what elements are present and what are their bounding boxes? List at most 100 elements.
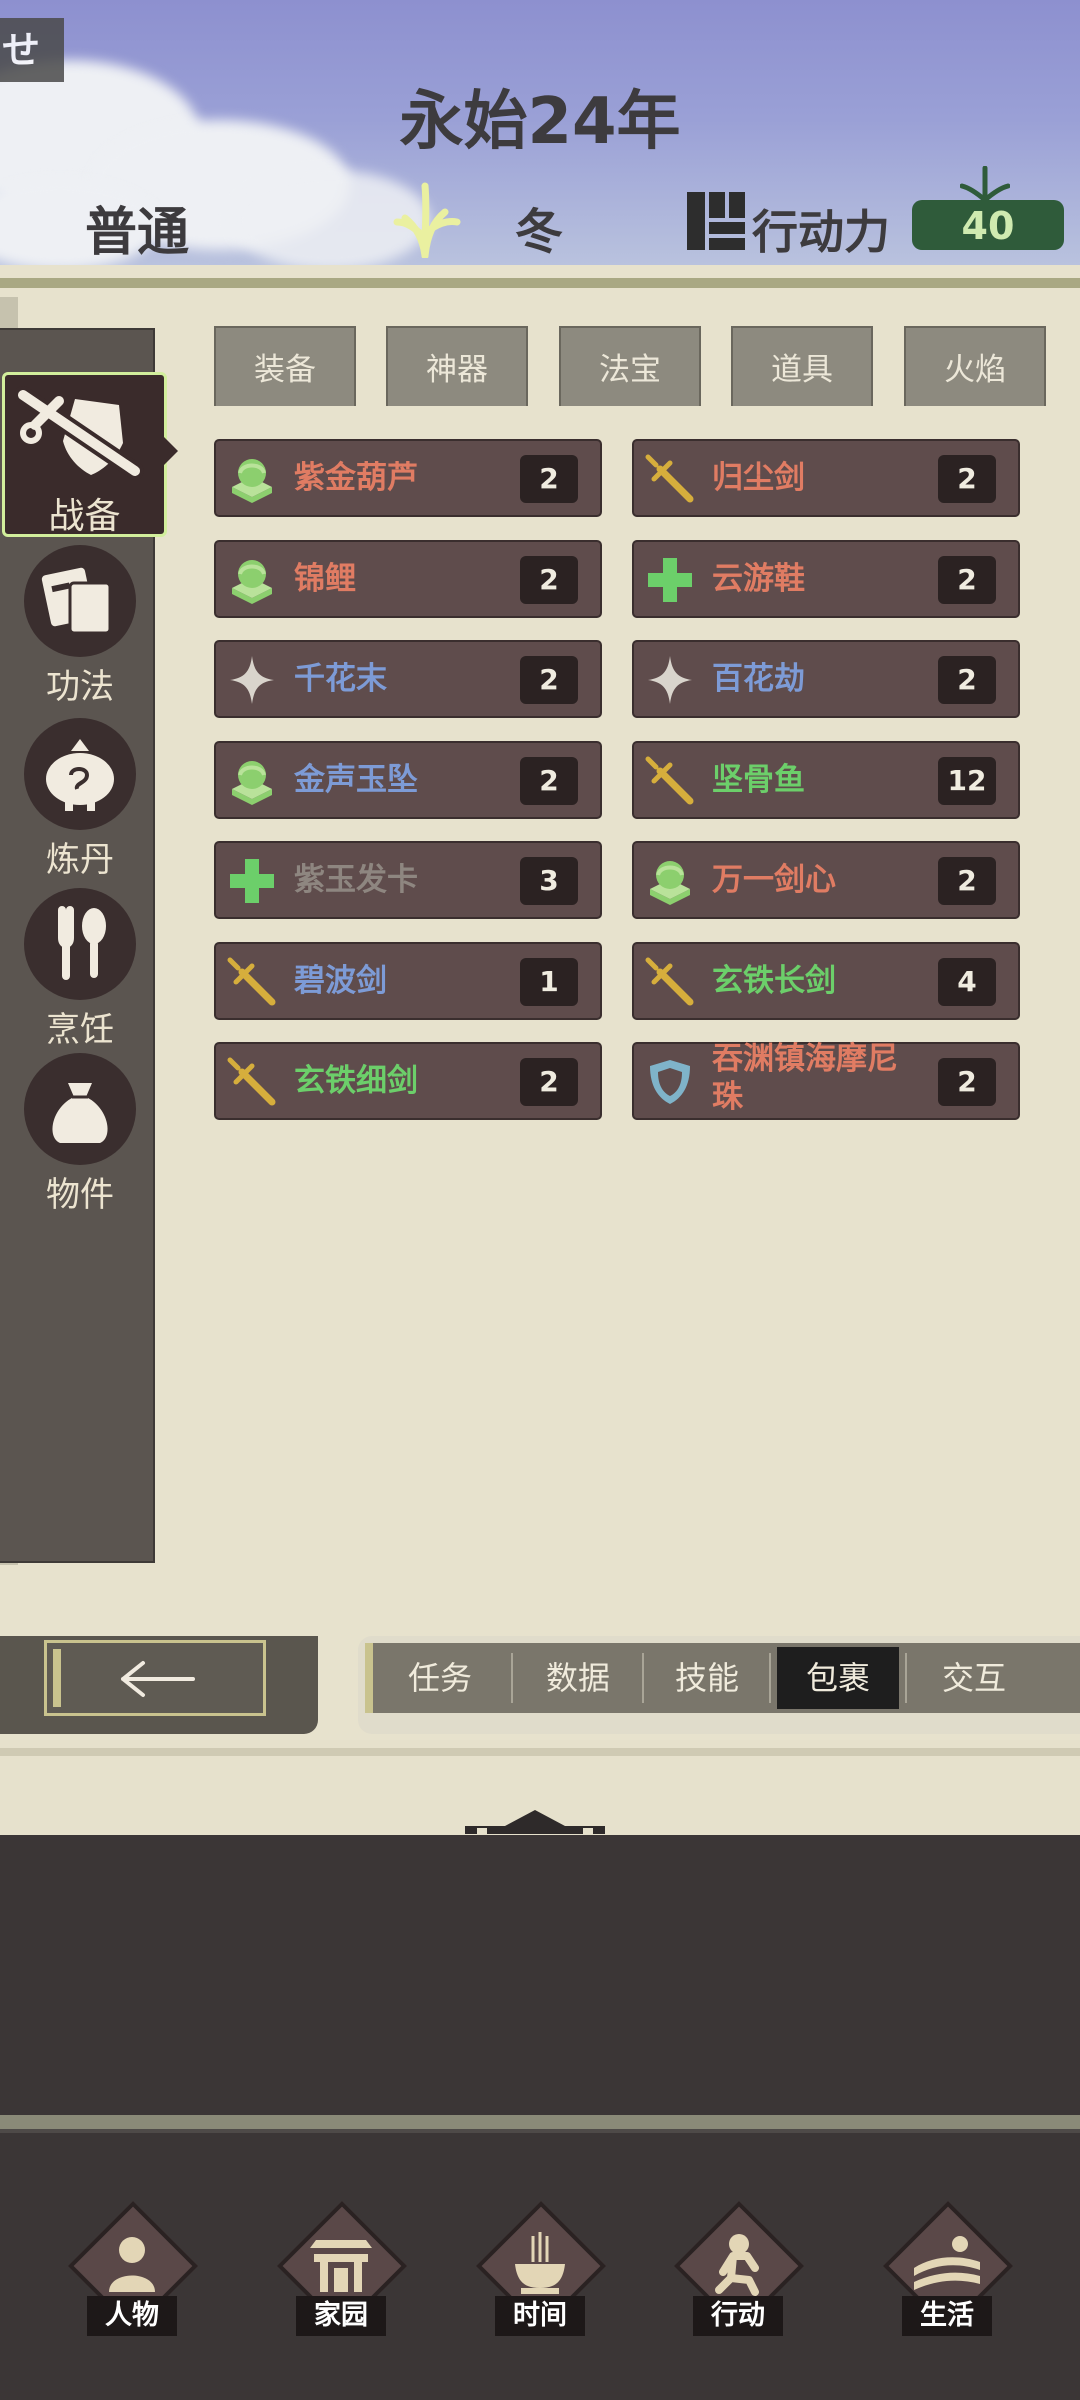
alchemy-pot-icon	[24, 718, 136, 830]
item-count-badge: 2	[520, 756, 578, 805]
item-name: 碧波剑	[294, 962, 387, 999]
divider	[642, 1653, 644, 1703]
running-person-icon	[715, 2234, 759, 2296]
item-name: 紫金葫芦	[294, 460, 418, 496]
item-count-badge: 2	[938, 455, 996, 503]
inventory-item[interactable]: 百花劫 2	[632, 640, 1020, 718]
tab-artifact[interactable]: 神器	[386, 326, 528, 406]
nav-label: 家园	[296, 2296, 386, 2336]
tab-flame[interactable]: 火焰	[904, 326, 1046, 406]
nav-life[interactable]: 生活	[872, 2200, 1022, 2340]
nav-label: 生活	[902, 2296, 992, 2336]
inventory-item[interactable]: 云游鞋 2	[632, 539, 1020, 618]
inventory-item[interactable]: 千花末 2	[214, 640, 602, 718]
tab-magic-treasure[interactable]: 法宝	[559, 326, 701, 406]
nav-action[interactable]: 行动	[663, 2200, 813, 2340]
inventory-item[interactable]: 锦鲤 2	[214, 539, 602, 618]
nav-character[interactable]: 人物	[57, 2200, 207, 2340]
tab-tasks[interactable]: 任务	[379, 1647, 501, 1709]
item-count-badge: 12	[938, 756, 996, 805]
item-name: 锦鲤	[294, 560, 356, 597]
divider	[905, 1653, 907, 1703]
person-icon	[109, 2237, 155, 2292]
item-count-badge: 2	[520, 656, 578, 704]
tab-equipment[interactable]: 装备	[214, 326, 356, 406]
item-count-badge: 2	[520, 555, 578, 604]
inventory-item[interactable]: 吞渊镇海摩尼珠 2	[632, 1041, 1020, 1120]
tab-inventory[interactable]: 包裹	[777, 1647, 899, 1709]
inventory-item[interactable]: 紫玉发卡 3	[214, 841, 602, 919]
inventory-item[interactable]: 玄铁细剑 2	[214, 1042, 602, 1120]
item-name: 玄铁长剑	[712, 962, 836, 999]
cross-icon	[224, 853, 280, 909]
back-button[interactable]	[44, 1640, 266, 1716]
item-name: 百花劫	[712, 661, 805, 697]
incense-burner-icon	[515, 2232, 565, 2294]
item-name: 玄铁细剑	[294, 1063, 418, 1099]
difficulty-label: 普通	[85, 203, 190, 263]
tab-props[interactable]: 道具	[731, 326, 873, 406]
nav-home[interactable]: 家园	[266, 2200, 416, 2340]
divider	[0, 2115, 1080, 2129]
divider	[0, 1748, 1080, 1756]
sword-icon	[642, 954, 698, 1010]
bag-icon	[24, 1053, 136, 1165]
sidebar-item-alchemy[interactable]: 炼丹	[10, 718, 150, 881]
inventory-item[interactable]: 坚骨鱼 12	[632, 740, 1020, 819]
gate-icon	[310, 2240, 372, 2292]
cross-icon	[642, 552, 698, 608]
inventory-item[interactable]: 玄铁长剑 4	[632, 941, 1020, 1020]
tab-skills[interactable]: 技能	[648, 1647, 766, 1709]
item-name: 千花末	[294, 661, 387, 697]
sidebar-item-techniques[interactable]: 功法	[10, 545, 150, 708]
divider	[0, 2129, 1080, 2133]
sidebar-item-label: 战备	[48, 496, 121, 537]
year-title: 永始24年	[399, 85, 681, 159]
landscape-icon	[914, 2236, 980, 2290]
sword-icon	[224, 954, 280, 1010]
item-count-badge: 2	[520, 455, 578, 503]
inventory-item[interactable]: 归尘剑 2	[632, 439, 1020, 517]
sidebar-item-objects[interactable]: 物件	[10, 1053, 150, 1216]
inventory-item[interactable]: 万一剑心 2	[632, 841, 1020, 919]
sidebar-item-label: 物件	[46, 1175, 114, 1215]
utensils-icon	[24, 888, 136, 1000]
action-points-label: 行动力	[752, 205, 890, 259]
collapse-handle-icon[interactable]	[465, 1798, 605, 1834]
sidebar-item-cooking[interactable]: 烹饪	[10, 888, 150, 1051]
item-count-badge: 1	[520, 957, 578, 1006]
divider	[365, 1643, 373, 1713]
divider	[53, 1649, 61, 1707]
sidebar-item-label: 功法	[46, 667, 114, 707]
sword-icon	[642, 451, 698, 507]
sparkle-icon	[642, 652, 698, 708]
nav-label: 行动	[693, 2296, 783, 2336]
nav-time[interactable]: 时间	[465, 2200, 615, 2340]
item-name: 金声玉坠	[294, 761, 418, 798]
inventory-item[interactable]: 紫金葫芦 2	[214, 439, 602, 517]
jade-ring-icon	[224, 753, 280, 809]
tab-data[interactable]: 数据	[517, 1647, 639, 1709]
tab-interact[interactable]: 交互	[913, 1647, 1035, 1709]
jade-ring-icon	[224, 552, 280, 608]
item-count-badge: 2	[938, 656, 996, 704]
item-name: 归尘剑	[712, 460, 805, 496]
active-indicator	[164, 437, 178, 465]
inventory-item[interactable]: 金声玉坠 2	[214, 740, 602, 819]
divider	[511, 1653, 513, 1703]
sidebar-item-battle-gear[interactable]: 战备	[2, 372, 178, 537]
sidebar-item-label: 烹饪	[46, 1010, 114, 1050]
bottom-tab-bar: 任务 数据 技能 包裹 交互	[365, 1643, 1080, 1713]
sidebar-item-label: 炼丹	[46, 840, 114, 880]
item-count-badge: 4	[938, 957, 996, 1006]
item-count-badge: 3	[520, 857, 578, 905]
jade-ring-icon	[642, 853, 698, 909]
divider	[769, 1653, 771, 1703]
divider	[0, 278, 1080, 288]
jade-ring-icon	[224, 451, 280, 507]
inventory-item[interactable]: 碧波剑 1	[214, 941, 602, 1020]
sword-icon	[642, 753, 698, 809]
item-name: 吞渊镇海摩尼珠	[712, 1041, 898, 1115]
action-points-icon	[687, 192, 745, 250]
sparkle-icon	[224, 652, 280, 708]
